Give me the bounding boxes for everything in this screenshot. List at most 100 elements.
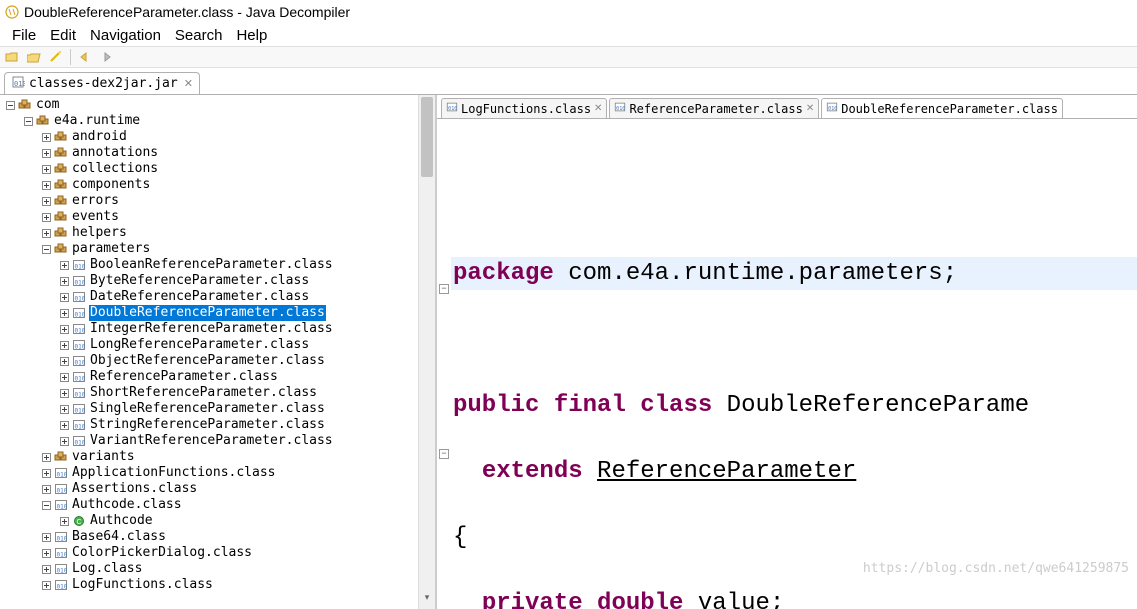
expand-icon[interactable] [40, 579, 52, 591]
tab-logfunctions[interactable]: 010LogFunctions.class✕ [441, 98, 607, 118]
close-icon[interactable]: ✕ [806, 103, 814, 114]
expand-icon[interactable] [58, 307, 70, 319]
tree-node-base64[interactable]: 010Base64.class [2, 529, 435, 545]
tree-node-com[interactable]: com [2, 97, 435, 113]
tree-node-logfn[interactable]: 010LogFunctions.class [2, 577, 435, 593]
expand-icon[interactable] [40, 483, 52, 495]
expand-icon[interactable] [58, 291, 70, 303]
collapse-icon[interactable] [40, 243, 52, 255]
expand-icon[interactable] [58, 371, 70, 383]
forward-icon[interactable] [97, 48, 117, 66]
expand-icon[interactable] [58, 387, 70, 399]
expand-icon[interactable] [40, 563, 52, 575]
back-icon[interactable] [75, 48, 95, 66]
tree-node-events[interactable]: events [2, 209, 435, 225]
expand-icon[interactable] [58, 419, 70, 431]
expand-icon[interactable] [40, 467, 52, 479]
tree-node-authcode-member[interactable]: CAuthcode [2, 513, 435, 529]
tree-node-integer-ref[interactable]: 010IntegerReferenceParameter.class [2, 321, 435, 337]
tree-node-runtime[interactable]: e4a.runtime [2, 113, 435, 129]
tab-referenceparameter[interactable]: 010ReferenceParameter.class✕ [609, 98, 819, 118]
class-icon: 010 [826, 101, 838, 116]
collapse-icon[interactable] [40, 499, 52, 511]
toolbar [0, 46, 1137, 68]
svg-text:010: 010 [75, 360, 86, 367]
tree-node-variants[interactable]: variants [2, 449, 435, 465]
collapse-icon[interactable] [4, 99, 16, 111]
expand-icon[interactable] [58, 435, 70, 447]
tree-node-authcode[interactable]: 010Authcode.class [2, 497, 435, 513]
tree-node-errors[interactable]: errors [2, 193, 435, 209]
expand-icon[interactable] [40, 131, 52, 143]
file-tab[interactable]: 010 classes-dex2jar.jar ✕ [4, 72, 200, 94]
tree-node-helpers[interactable]: helpers [2, 225, 435, 241]
class-icon: 010 [71, 369, 87, 385]
expand-icon[interactable] [58, 323, 70, 335]
tree-node-collections[interactable]: collections [2, 161, 435, 177]
svg-text:010: 010 [57, 536, 68, 543]
expand-icon[interactable] [58, 259, 70, 271]
code-editor[interactable]: − − package com.e4a.runtime.parameters; … [437, 119, 1137, 609]
svg-text:010: 010 [75, 424, 86, 431]
wand-icon[interactable] [46, 48, 66, 66]
tree-node-log[interactable]: 010Log.class [2, 561, 435, 577]
code-line: package com.e4a.runtime.parameters; [437, 257, 1137, 290]
expand-icon[interactable] [40, 531, 52, 543]
expand-icon[interactable] [40, 163, 52, 175]
tree-node-reference[interactable]: 010ReferenceParameter.class [2, 369, 435, 385]
tree-node-variant-ref[interactable]: 010VariantReferenceParameter.class [2, 433, 435, 449]
expand-icon[interactable] [40, 195, 52, 207]
expand-icon[interactable] [40, 547, 52, 559]
close-icon[interactable]: ✕ [184, 77, 193, 90]
tree-node-components[interactable]: components [2, 177, 435, 193]
tree-node-assertions[interactable]: 010Assertions.class [2, 481, 435, 497]
class-member-icon: C [71, 513, 87, 529]
tree-node-boolean-ref[interactable]: 010BooleanReferenceParameter.class [2, 257, 435, 273]
scroll-thumb[interactable] [421, 97, 433, 177]
tree-node-double-ref[interactable]: 010DoubleReferenceParameter.class [2, 305, 435, 321]
tab-doublereferenceparameter[interactable]: 010DoubleReferenceParameter.class [821, 98, 1063, 118]
package-explorer: com e4a.runtime android annotations coll… [0, 95, 437, 609]
open-folder-icon[interactable] [2, 48, 22, 66]
tree-node-short-ref[interactable]: 010ShortReferenceParameter.class [2, 385, 435, 401]
tree-node-android[interactable]: android [2, 129, 435, 145]
svg-text:010: 010 [57, 504, 68, 511]
class-icon: 010 [71, 321, 87, 337]
expand-icon[interactable] [40, 147, 52, 159]
svg-text:010: 010 [57, 584, 68, 591]
fold-icon[interactable]: − [439, 284, 449, 294]
menu-file[interactable]: File [6, 25, 42, 46]
menu-navigation[interactable]: Navigation [84, 25, 167, 46]
tree-node-byte-ref[interactable]: 010ByteReferenceParameter.class [2, 273, 435, 289]
menu-help[interactable]: Help [230, 25, 273, 46]
expand-icon[interactable] [40, 451, 52, 463]
expand-icon[interactable] [40, 227, 52, 239]
tree-node-single-ref[interactable]: 010SingleReferenceParameter.class [2, 401, 435, 417]
tree-node-parameters[interactable]: parameters [2, 241, 435, 257]
tree-node-long-ref[interactable]: 010LongReferenceParameter.class [2, 337, 435, 353]
expand-icon[interactable] [58, 355, 70, 367]
close-icon[interactable]: ✕ [594, 103, 602, 114]
scroll-down-icon[interactable]: ▾ [419, 592, 435, 609]
tree-node-annotations[interactable]: annotations [2, 145, 435, 161]
expand-icon[interactable] [40, 179, 52, 191]
tree-node-object-ref[interactable]: 010ObjectReferenceParameter.class [2, 353, 435, 369]
expand-icon[interactable] [58, 515, 70, 527]
expand-icon[interactable] [58, 275, 70, 287]
open-file-icon[interactable] [24, 48, 44, 66]
expand-icon[interactable] [58, 339, 70, 351]
package-icon [35, 113, 51, 129]
menu-search[interactable]: Search [169, 25, 229, 46]
expand-icon[interactable] [58, 403, 70, 415]
tree-scrollbar[interactable]: ▴ ▾ [418, 95, 435, 609]
menu-edit[interactable]: Edit [44, 25, 82, 46]
fold-icon[interactable]: − [439, 449, 449, 459]
collapse-icon[interactable] [22, 115, 34, 127]
tree-node-date-ref[interactable]: 010DateReferenceParameter.class [2, 289, 435, 305]
tree-node-string-ref[interactable]: 010StringReferenceParameter.class [2, 417, 435, 433]
class-icon: 010 [53, 545, 69, 561]
tree-node-colorpicker[interactable]: 010ColorPickerDialog.class [2, 545, 435, 561]
tree-node-appfn[interactable]: 010ApplicationFunctions.class [2, 465, 435, 481]
expand-icon[interactable] [40, 211, 52, 223]
class-icon: 010 [71, 305, 87, 321]
